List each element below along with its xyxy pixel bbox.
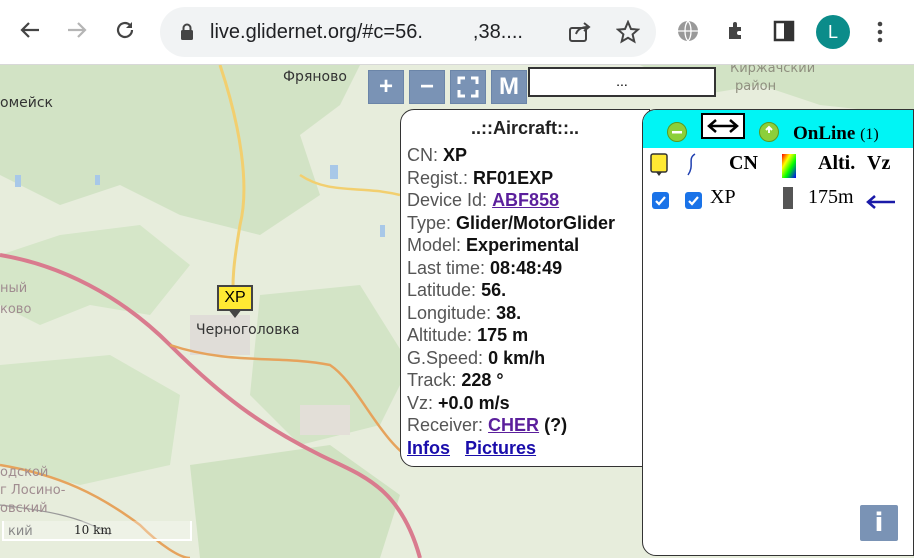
color-gradient-icon: [782, 154, 796, 178]
checkmark-icon: [688, 196, 699, 206]
map-label-town: омейск: [0, 95, 53, 111]
map-label-town: ково: [0, 302, 32, 317]
field-last-time: Last time: 08:48:49: [407, 257, 563, 278]
map-label-district: овский: [0, 501, 48, 516]
bookmark-star-icon[interactable]: [616, 20, 640, 44]
expand-panel-button[interactable]: [701, 113, 745, 139]
device-id-link[interactable]: ABF858: [492, 190, 559, 210]
row-altitude: 175m: [808, 186, 854, 208]
back-arrow-icon: [20, 22, 39, 38]
address-bar[interactable]: live.glidernet.org/#c=56. ,38....: [160, 7, 656, 57]
pictures-link[interactable]: Pictures: [465, 438, 536, 458]
online-panel-header: OnLine (1): [643, 110, 913, 148]
field-track: Track: 228 °: [407, 370, 504, 390]
popup-links: Infos Pictures: [407, 437, 643, 460]
profile-avatar[interactable]: L: [816, 15, 850, 49]
browser-menu-icon[interactable]: [877, 21, 883, 43]
zoom-in-button[interactable]: +: [368, 70, 404, 104]
forward-button[interactable]: [61, 14, 93, 46]
fullscreen-icon: [457, 76, 479, 98]
show-checkbox[interactable]: [652, 192, 669, 209]
field-device-id: Device Id: ABF858: [407, 190, 560, 210]
altitude-color-bar: [783, 187, 793, 209]
row-cn[interactable]: XP: [710, 186, 736, 209]
field-latitude: Latitude: 56.: [407, 280, 507, 300]
field-longitude: Longitude: 38.: [407, 302, 522, 323]
aircraft-info-popup: ..::Aircraft::.. CN: XP Regist.: RF01EXP…: [400, 109, 650, 467]
map-mode-button[interactable]: M: [491, 70, 527, 104]
info-circle-icon[interactable]: [759, 122, 779, 142]
marker-column-icon: [650, 153, 668, 176]
column-vz[interactable]: Vz: [867, 152, 890, 175]
vz-arrow-icon: [866, 195, 895, 209]
map-label-town: ный: [0, 281, 28, 296]
url-text: live.glidernet.org/#c=56. ,38....: [210, 21, 523, 43]
reload-icon: [116, 21, 134, 39]
map-label-town: Фряново: [283, 69, 347, 85]
scale-label: 10 km: [74, 523, 112, 537]
extensions-puzzle-icon[interactable]: [725, 19, 749, 43]
marker-pointer: [228, 309, 242, 318]
field-vz: Vz: +0.0 m/s: [407, 392, 510, 413]
side-panel-icon[interactable]: [773, 20, 795, 42]
info-button[interactable]: i: [860, 505, 898, 541]
map-label-district: одской: [0, 465, 49, 480]
field-altitude: Altitude: 175 m: [407, 325, 529, 345]
field-receiver: Receiver: CHER (?): [407, 415, 568, 435]
popup-title: ..::Aircraft::..: [471, 118, 579, 138]
extension-globe-icon[interactable]: [676, 19, 700, 43]
lock-icon: [181, 23, 193, 40]
infos-link[interactable]: Infos: [407, 438, 450, 458]
aircraft-marker[interactable]: XP: [217, 285, 253, 311]
collapse-icon[interactable]: [667, 122, 687, 142]
browser-toolbar: live.glidernet.org/#c=56. ,38.... L: [0, 0, 914, 65]
reload-button[interactable]: [109, 14, 141, 46]
map-label-town: Черноголовка: [196, 322, 300, 338]
fullscreen-button[interactable]: [450, 70, 486, 104]
field-cn: CN: XP: [407, 145, 468, 165]
zoom-out-button[interactable]: −: [409, 70, 445, 104]
field-registration: Regist.: RF01EXP: [407, 167, 554, 188]
online-panel: OnLine (1) CN Alti. Vz XP 175m i: [642, 109, 914, 556]
column-altitude[interactable]: Alti.: [818, 152, 855, 175]
map-label-district: район: [735, 79, 777, 94]
online-title: OnLine (1): [793, 123, 879, 144]
field-type: Type: Glider/MotorGlider: [407, 212, 616, 233]
checkmark-icon: [655, 196, 666, 206]
track-column-icon: [687, 153, 696, 176]
track-checkbox[interactable]: [685, 192, 702, 209]
receiver-link[interactable]: CHER: [488, 415, 539, 435]
online-count: (1): [860, 126, 879, 143]
map-label-district: Киржачский: [730, 65, 816, 76]
column-cn[interactable]: CN: [729, 152, 758, 175]
double-arrow-icon: [707, 119, 739, 133]
back-button[interactable]: [14, 14, 46, 46]
field-model: Model: Experimental: [407, 235, 580, 255]
forward-arrow-icon: [68, 22, 87, 38]
field-ground-speed: G.Speed: 0 km/h: [407, 347, 546, 368]
map-label-district: г Лосино-: [0, 483, 66, 498]
share-icon[interactable]: [568, 21, 592, 43]
map-scale-bar: 10 km: [2, 521, 192, 541]
map-view[interactable]: Фряново омейск Киржачский район Черногол…: [0, 65, 914, 558]
search-input[interactable]: ...: [528, 67, 716, 97]
